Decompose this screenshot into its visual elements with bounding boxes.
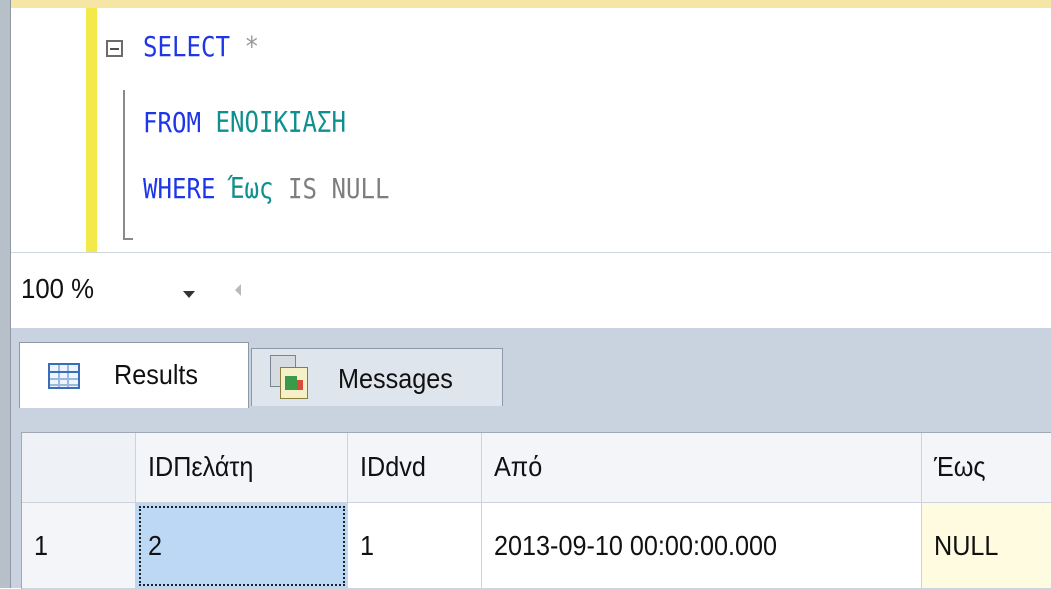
change-indicator-bar xyxy=(86,8,97,252)
column-name: Έως xyxy=(229,172,274,205)
editor-top-strip xyxy=(0,0,1051,8)
cell-iddvd[interactable]: 1 xyxy=(348,503,482,589)
zoom-bar: 100 % xyxy=(11,252,1051,329)
cell-apo[interactable]: 2013-09-10 00:00:00.000 xyxy=(482,503,922,589)
outline-end-tick xyxy=(123,238,133,240)
tab-messages[interactable]: Messages xyxy=(251,348,503,406)
window-left-edge xyxy=(0,0,11,588)
code-line-from: FROM ΕΝΟΙΚΙΑΣΗ xyxy=(143,101,346,145)
code-line-where: WHERE Έως IS NULL xyxy=(143,167,389,211)
keyword-select: SELECT xyxy=(143,30,230,63)
grid-icon xyxy=(48,363,80,389)
keyword-from: FROM xyxy=(143,106,201,139)
row-number[interactable]: 1 xyxy=(22,503,136,589)
table-name: ΕΝΟΙΚΙΑΣΗ xyxy=(215,106,346,139)
column-header-idpelati[interactable]: IDΠελάτη xyxy=(136,433,348,503)
outline-line xyxy=(123,90,125,240)
cell-eos[interactable]: NULL xyxy=(922,503,1051,589)
is-null-clause: IS NULL xyxy=(287,172,390,205)
results-grid[interactable]: IDΠελάτη IDdvd Από Έως 1 2 1 2013-09-10 … xyxy=(21,432,1051,589)
tab-results-label: Results xyxy=(114,359,199,390)
tab-results[interactable]: Results xyxy=(19,342,249,408)
column-header-eos[interactable]: Έως xyxy=(922,433,1051,503)
tab-messages-label: Messages xyxy=(338,363,453,394)
column-header-iddvd[interactable]: IDdvd xyxy=(348,433,482,503)
messages-icon xyxy=(270,355,310,399)
keyword-where: WHERE xyxy=(143,172,216,205)
zoom-value[interactable]: 100 % xyxy=(21,273,94,305)
select-star: * xyxy=(244,30,259,63)
cell-idpelati[interactable]: 2 xyxy=(136,503,348,589)
row-number-header[interactable] xyxy=(22,433,136,503)
column-header-apo[interactable]: Από xyxy=(482,433,922,503)
sql-editor[interactable]: SELECT * FROM ΕΝΟΙΚΙΑΣΗ WHERE Έως IS NUL… xyxy=(0,0,1051,252)
code-line-select: SELECT * xyxy=(143,25,259,69)
collapse-toggle-icon[interactable] xyxy=(106,40,123,57)
zoom-dropdown-arrow-icon[interactable] xyxy=(183,291,195,298)
scroll-left-arrow-icon[interactable] xyxy=(235,284,241,296)
